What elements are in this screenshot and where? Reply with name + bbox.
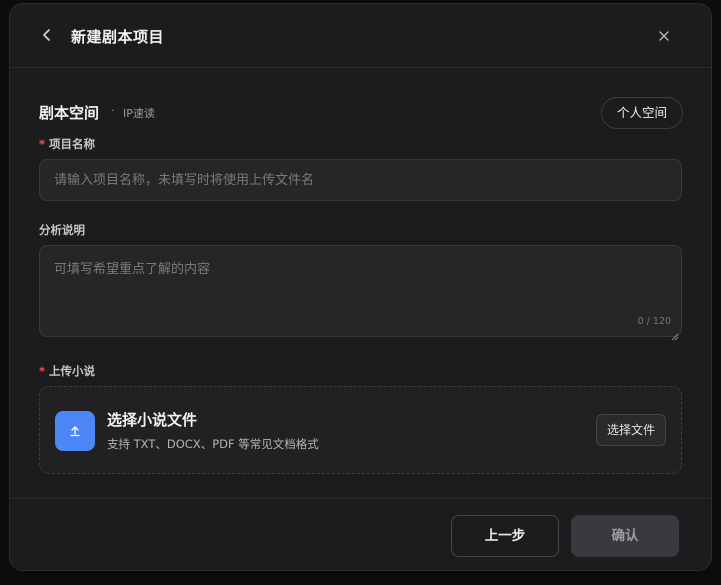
upload-label-text: 上传小说	[49, 364, 96, 378]
project-name-label: * 项目名称	[39, 136, 95, 152]
confirm-button[interactable]: 确认	[571, 515, 679, 557]
project-name-label-text: 项目名称	[49, 137, 96, 151]
space-separator: ·	[111, 104, 115, 117]
dialog-title: 新建剧本项目	[71, 28, 165, 46]
upload-icon	[55, 411, 95, 451]
upload-title: 选择小说文件	[107, 411, 198, 429]
personal-space-button[interactable]: 个人空间	[601, 97, 683, 129]
analysis-label: 分析说明	[39, 223, 85, 237]
space-subtitle: IP速读	[123, 107, 155, 120]
project-name-input[interactable]	[39, 159, 682, 201]
close-icon[interactable]	[657, 28, 671, 42]
new-script-project-dialog: 新建剧本项目 剧本空间 · IP速读 个人空间 *项目名称 分析说明 0 / 1…	[9, 3, 712, 571]
space-title: 剧本空间	[39, 104, 100, 122]
dialog-footer: 上一步 确认	[10, 498, 711, 570]
required-mark: *	[39, 364, 46, 378]
resize-grip-icon[interactable]	[671, 326, 679, 341]
choose-file-button[interactable]: 选择文件	[596, 414, 666, 446]
analysis-textarea[interactable]	[40, 246, 681, 336]
upload-label: * 上传小说	[39, 363, 95, 379]
dialog-header: 新建剧本项目	[10, 4, 711, 68]
previous-step-button[interactable]: 上一步	[451, 515, 559, 557]
space-row: 剧本空间 · IP速读 个人空间	[39, 97, 683, 129]
upload-description: 支持 TXT、DOCX、PDF 等常见文档格式	[107, 437, 319, 451]
back-icon[interactable]	[38, 26, 56, 44]
upload-dropzone[interactable]: 选择小说文件 支持 TXT、DOCX、PDF 等常见文档格式 选择文件	[39, 386, 682, 474]
analysis-field: 0 / 120	[39, 245, 682, 341]
required-mark: *	[39, 137, 46, 151]
char-counter: 0 / 120	[637, 316, 671, 327]
